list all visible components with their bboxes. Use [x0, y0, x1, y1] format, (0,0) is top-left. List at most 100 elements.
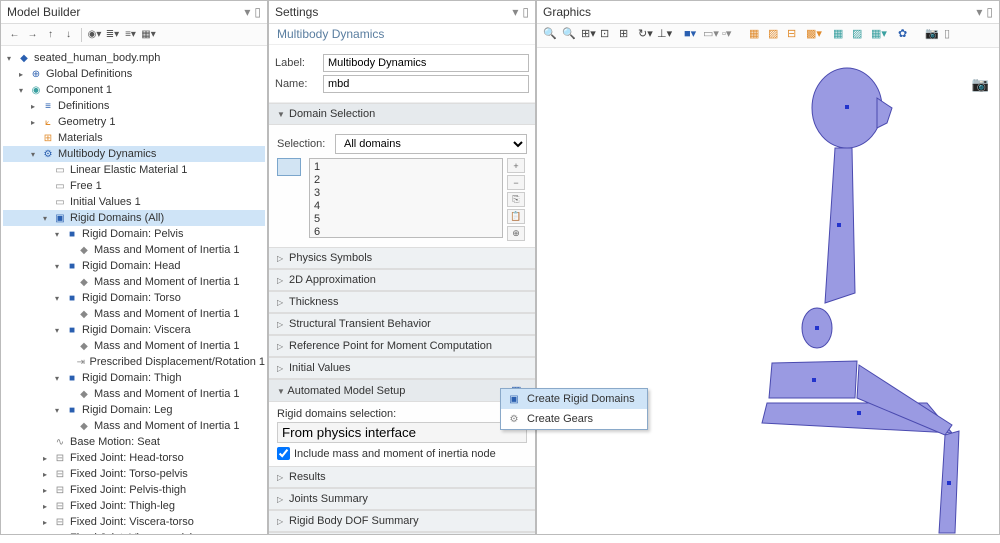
zoom-icon[interactable]: ⊕ — [507, 226, 525, 241]
tree-item[interactable]: ▾⚙Multibody Dynamics — [3, 146, 265, 162]
tree-caret-icon[interactable]: ▾ — [55, 374, 65, 383]
domain-list-item[interactable]: 3 — [314, 187, 498, 200]
tree-caret-icon[interactable]: ▸ — [43, 502, 53, 511]
back-icon[interactable]: ← — [7, 27, 22, 42]
tree-item[interactable]: ▸≡Definitions — [3, 98, 265, 114]
section-header[interactable]: ▷Physics Symbols — [269, 247, 535, 269]
tree-caret-icon[interactable]: ▾ — [19, 86, 29, 95]
more-icon[interactable]: ▦▾ — [141, 27, 156, 42]
section-domain-selection[interactable]: ▼ Domain Selection — [269, 103, 535, 125]
camera-icon[interactable]: 📷 — [925, 27, 942, 44]
section-header[interactable]: ▷Initial Values — [269, 357, 535, 379]
section-header[interactable]: ▷Reference Point for Moment Computation — [269, 335, 535, 357]
zoom-out-icon[interactable]: 🔍 — [562, 27, 579, 44]
tree-caret-icon[interactable]: ▸ — [31, 118, 41, 127]
tree-caret-icon[interactable]: ▸ — [43, 534, 53, 535]
show-hidden-icon[interactable]: ▨ — [768, 27, 785, 44]
tree-item[interactable]: ▭Linear Elastic Material 1 — [3, 162, 265, 178]
tree-item[interactable]: ▸⊟Fixed Joint: Thigh-leg — [3, 498, 265, 514]
collapse-icon[interactable]: ≣▾ — [105, 27, 120, 42]
tree-caret-icon[interactable]: ▾ — [7, 54, 17, 63]
include-mass-checkbox[interactable] — [277, 447, 290, 460]
tree-caret-icon[interactable]: ▾ — [55, 326, 65, 335]
tree-item[interactable]: ▸⊟Fixed Joint: Torso-pelvis — [3, 466, 265, 482]
tree-item[interactable]: ▾■Rigid Domain: Viscera — [3, 322, 265, 338]
domain-list-item[interactable]: 6 — [314, 226, 498, 239]
domain-list-item[interactable]: 1 — [314, 161, 498, 174]
select-adj-icon[interactable]: ▫▾ — [722, 27, 739, 44]
snapshot-icon[interactable]: ✿ — [898, 27, 915, 44]
tree-item[interactable]: ▾◉Component 1 — [3, 82, 265, 98]
domain-preview-icon[interactable] — [277, 158, 301, 176]
tree-item[interactable]: ▾■Rigid Domain: Head — [3, 258, 265, 274]
model-tree[interactable]: ▾◆seated_human_body.mph▸⊕Global Definiti… — [1, 46, 267, 534]
domain-list-item[interactable]: 2 — [314, 174, 498, 187]
expand-icon[interactable]: ≡▾ — [123, 27, 138, 42]
tree-item[interactable]: ▭Initial Values 1 — [3, 194, 265, 210]
grid-icon[interactable]: ▦▾ — [871, 27, 888, 44]
close-icon[interactable]: ▯ — [254, 5, 261, 19]
zoom-in-icon[interactable]: 🔍 — [543, 27, 560, 44]
select-icon[interactable]: ■▾ — [684, 27, 701, 44]
close-icon[interactable]: ▯ — [522, 5, 529, 19]
tree-caret-icon[interactable]: ▾ — [43, 214, 53, 223]
tree-caret-icon[interactable]: ▸ — [43, 454, 53, 463]
popup-item[interactable]: ▣Create Rigid Domains — [501, 389, 647, 409]
tree-item[interactable]: ◆Mass and Moment of Inertia 1 — [3, 338, 265, 354]
section-header[interactable]: ▷Structural Transient Behavior — [269, 313, 535, 335]
tree-item[interactable]: ▾■Rigid Domain: Pelvis — [3, 226, 265, 242]
zoom-extents-icon[interactable]: ⊞▾ — [581, 27, 598, 44]
remove-icon[interactable]: − — [507, 175, 525, 190]
zoom-sel-icon[interactable]: ⊞ — [619, 27, 636, 44]
tree-item[interactable]: ⊞Materials — [3, 130, 265, 146]
section-header[interactable]: ▷Discretization — [269, 532, 535, 534]
tree-item[interactable]: ▭Free 1 — [3, 178, 265, 194]
hide-icon[interactable]: ▦ — [749, 27, 766, 44]
tree-caret-icon[interactable]: ▾ — [55, 294, 65, 303]
tree-item[interactable]: ▸⊟Fixed Joint: Viscera-torso — [3, 514, 265, 530]
tree-caret-icon[interactable]: ▾ — [55, 406, 65, 415]
tree-item[interactable]: ▾■Rigid Domain: Leg — [3, 402, 265, 418]
tree-item[interactable]: ◆Mass and Moment of Inertia 1 — [3, 418, 265, 434]
section-automated-model-setup[interactable]: ▼ Automated Model Setup ▦▾ — [269, 379, 535, 402]
tree-item[interactable]: ▾■Rigid Domain: Thigh — [3, 370, 265, 386]
tree-caret-icon[interactable]: ▾ — [31, 150, 41, 159]
show-icon[interactable]: ◉▾ — [87, 27, 102, 42]
tree-item[interactable]: ◆Mass and Moment of Inertia 1 — [3, 274, 265, 290]
view-icon[interactable]: ⊥▾ — [657, 27, 674, 44]
tree-item[interactable]: ◆Mass and Moment of Inertia 1 — [3, 386, 265, 402]
section-header[interactable]: ▷Thickness — [269, 291, 535, 313]
tree-caret-icon[interactable]: ▸ — [19, 70, 29, 79]
select-box-icon[interactable]: ▭▾ — [703, 27, 720, 44]
section-header[interactable]: ▷2D Approximation — [269, 269, 535, 291]
tree-item[interactable]: ◆Mass and Moment of Inertia 1 — [3, 242, 265, 258]
tree-item[interactable]: ⇥Prescribed Displacement/Rotation 1 — [3, 354, 265, 370]
rigid-domains-input[interactable] — [277, 422, 527, 443]
camera-overlay-icon[interactable]: 📷 — [972, 76, 989, 93]
tree-item[interactable]: ∿Base Motion: Seat — [3, 434, 265, 450]
tree-item[interactable]: ▸⊟Fixed Joint: Viscera-pelvis — [3, 530, 265, 534]
tree-item[interactable]: ◆Mass and Moment of Inertia 1 — [3, 306, 265, 322]
minimize-icon[interactable]: ▾ — [244, 5, 250, 19]
rotate-icon[interactable]: ↻▾ — [638, 27, 655, 44]
tree-item[interactable]: ▸⊟Fixed Joint: Head-torso — [3, 450, 265, 466]
tree-item[interactable]: ▸⊕Global Definitions — [3, 66, 265, 82]
paste-icon[interactable]: 📋 — [507, 209, 525, 224]
print-icon[interactable]: ▯ — [944, 27, 961, 44]
reset-hide-icon[interactable]: ⊟ — [787, 27, 804, 44]
tree-caret-icon[interactable]: ▸ — [43, 470, 53, 479]
section-header[interactable]: ▷Joints Summary — [269, 488, 535, 510]
tree-item[interactable]: ▾■Rigid Domain: Torso — [3, 290, 265, 306]
tree-item[interactable]: ▸⊟Fixed Joint: Pelvis-thigh — [3, 482, 265, 498]
up-icon[interactable]: ↑ — [43, 27, 58, 42]
tree-caret-icon[interactable]: ▾ — [55, 262, 65, 271]
wireframe-icon[interactable]: ▨ — [852, 27, 869, 44]
tree-caret-icon[interactable]: ▾ — [55, 230, 65, 239]
zoom-box-icon[interactable]: ⊡ — [600, 27, 617, 44]
label-input[interactable] — [323, 54, 529, 72]
minimize-icon[interactable]: ▾ — [976, 5, 982, 19]
section-header[interactable]: ▷Results — [269, 466, 535, 488]
tree-item[interactable]: ▾◆seated_human_body.mph — [3, 50, 265, 66]
domain-list-item[interactable]: 5 — [314, 213, 498, 226]
tree-caret-icon[interactable]: ▸ — [43, 518, 53, 527]
